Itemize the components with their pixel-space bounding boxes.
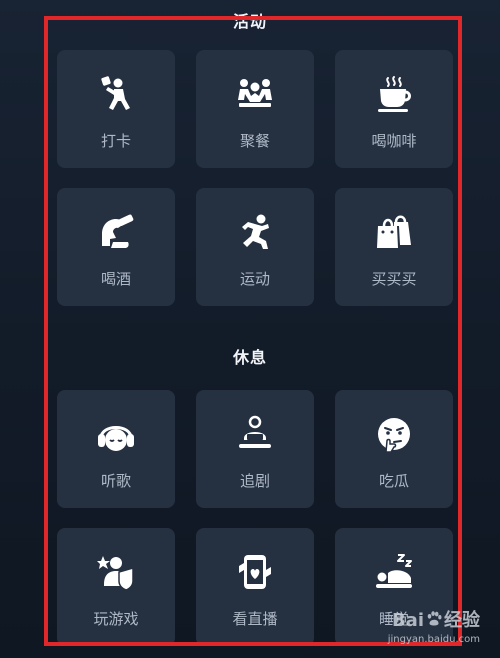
option-label: 买买买 [371, 270, 417, 288]
option-label: 追剧 [239, 472, 270, 490]
status-option-group-dinner[interactable]: 聚餐 [196, 50, 314, 168]
baidu-jingyan-watermark: Bai 经验 jingyan.baidu.com [360, 606, 480, 652]
check-in-icon [96, 74, 136, 114]
status-option-music[interactable]: 听歌 [57, 390, 175, 508]
watching-tv-icon [235, 414, 275, 454]
running-icon [235, 212, 275, 252]
coffee-cup-icon [374, 74, 414, 114]
status-option-gossip[interactable]: 吃瓜 [335, 390, 453, 508]
section-title-rest: 休息 [232, 348, 267, 367]
watermark-brand-left: Bai [391, 610, 424, 631]
status-option-check-in[interactable]: 打卡 [57, 50, 175, 168]
curious-face-icon [374, 414, 414, 454]
activity-grid: 打卡 聚餐 喝咖啡 喝酒 运动 买买买 [57, 50, 453, 306]
shopping-bag-icon [374, 212, 414, 252]
status-option-live-stream[interactable]: 看直播 [196, 528, 314, 646]
option-label: 打卡 [100, 132, 131, 150]
option-label: 喝酒 [100, 270, 131, 288]
option-label: 听歌 [100, 472, 131, 490]
sleeping-icon [374, 552, 414, 592]
option-label: 喝咖啡 [371, 132, 417, 150]
status-option-gaming[interactable]: 玩游戏 [57, 528, 175, 646]
drinking-icon [96, 212, 136, 252]
watermark-brand-right: 经验 [444, 610, 480, 631]
option-label: 看直播 [232, 610, 278, 628]
option-label: 吃瓜 [378, 472, 409, 490]
status-option-drinking[interactable]: 喝酒 [57, 188, 175, 306]
status-option-binge-watch[interactable]: 追剧 [196, 390, 314, 508]
option-label: 玩游戏 [93, 610, 139, 628]
live-stream-icon [235, 552, 275, 592]
status-option-shopping[interactable]: 买买买 [335, 188, 453, 306]
status-option-sports[interactable]: 运动 [196, 188, 314, 306]
status-option-coffee[interactable]: 喝咖啡 [335, 50, 453, 168]
headphones-icon [96, 414, 136, 454]
baidu-paw-icon [425, 610, 443, 628]
watermark-url: jingyan.baidu.com [387, 634, 480, 645]
group-dinner-icon [235, 74, 275, 114]
option-label: 聚餐 [239, 132, 270, 150]
option-label: 运动 [239, 270, 270, 288]
section-title-activity: 活动 [232, 12, 267, 30]
gaming-icon [96, 552, 136, 592]
